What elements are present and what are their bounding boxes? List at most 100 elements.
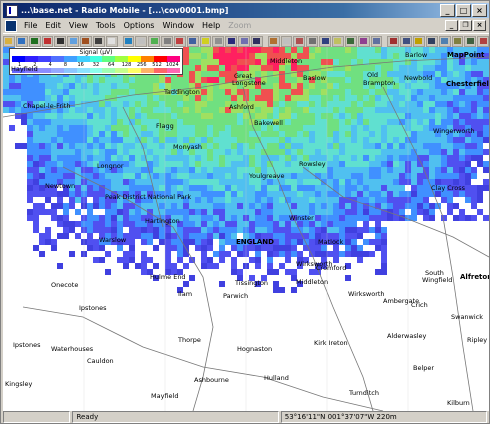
place-label: Cauldon <box>87 357 114 365</box>
interference-icon[interactable] <box>225 35 238 47</box>
paste-icon[interactable] <box>370 35 383 47</box>
net-props-icon[interactable] <box>54 35 67 47</box>
cut-icon[interactable] <box>357 35 370 47</box>
place-label: Hulland <box>264 374 289 382</box>
legend-swatch-lower <box>89 68 103 73</box>
maximize-button[interactable]: □ <box>456 4 471 17</box>
open-file-icon[interactable] <box>15 35 28 47</box>
route-coverage-icon[interactable] <box>238 35 250 47</box>
zoom-in-icon[interactable] <box>438 35 451 47</box>
radio-link-icon[interactable] <box>173 35 186 47</box>
overlay-icon[interactable] <box>306 35 319 47</box>
place-label: Winster <box>289 214 314 222</box>
place-label: Ipstones <box>79 304 107 312</box>
edit-picture-icon[interactable] <box>332 35 344 47</box>
place-label: Newbold <box>404 74 433 82</box>
fresnel-icon[interactable] <box>280 35 293 47</box>
picture-icon[interactable] <box>319 35 331 47</box>
draw-icon[interactable] <box>387 35 400 47</box>
place-label: Ilam <box>178 290 193 298</box>
title-bar: ...\base.net - Radio Mobile - [...\cov00… <box>3 3 489 18</box>
place-label: Longstone <box>232 79 266 87</box>
menu-options[interactable]: Options <box>120 21 159 30</box>
place-label: Ashbourne <box>194 376 229 384</box>
area-icon[interactable] <box>413 35 425 47</box>
app-window: ...\base.net - Radio Mobile - [...\cov00… <box>0 0 490 424</box>
place-label: Onecote <box>51 281 79 289</box>
menu-tools[interactable]: Tools <box>92 21 120 30</box>
zoom-out-icon[interactable] <box>451 35 464 47</box>
new-file-icon[interactable] <box>3 35 15 47</box>
place-label: Kirk Ireton <box>314 339 348 347</box>
place-label: Matlock <box>318 238 344 246</box>
minimize-button[interactable]: _ <box>440 4 455 17</box>
place-label: Kingsley <box>5 380 33 388</box>
unit-props-icon[interactable] <box>80 35 92 47</box>
place-label: Ashford <box>229 103 254 111</box>
about-icon[interactable] <box>477 35 490 47</box>
place-label: Tissington <box>235 279 269 287</box>
place-label: MapPoint <box>447 51 485 59</box>
route-radio-icon[interactable] <box>250 35 263 47</box>
legend-swatch-lower <box>63 68 77 73</box>
place-label: Hayfield <box>11 65 38 73</box>
menu-file[interactable]: File <box>20 21 41 30</box>
save-file-icon[interactable] <box>28 35 41 47</box>
place-label: Alfreton <box>460 273 489 281</box>
close-button[interactable]: × <box>472 4 487 17</box>
menu-view[interactable]: View <box>65 21 92 30</box>
copy-icon[interactable] <box>344 35 357 47</box>
legend-swatch-lower <box>50 68 64 73</box>
place-label: Ripley <box>467 336 488 344</box>
place-label: Cromford <box>316 264 347 272</box>
place-label: Taddington <box>164 88 200 96</box>
doc-close-button[interactable]: × <box>473 20 486 31</box>
merge-icon[interactable] <box>161 35 173 47</box>
coverage-map[interactable]: Signal (µV) 1 2 4 8 16 32 64 128 256 512 1024 Midd… <box>3 47 489 411</box>
menu-help[interactable]: Help <box>198 21 224 30</box>
doc-restore-button[interactable]: ❐ <box>459 20 472 31</box>
place-label: Mayfield <box>151 392 179 400</box>
place-label: Turnditch <box>349 389 379 397</box>
legend-swatch-lower <box>76 68 90 73</box>
view-map-icon[interactable] <box>105 35 118 47</box>
visual-coverage-icon[interactable] <box>267 35 280 47</box>
place-label: Parwich <box>223 292 249 300</box>
document-icon[interactable] <box>5 19 17 32</box>
legend-icon[interactable] <box>464 35 477 47</box>
place-label: Crich <box>411 301 428 309</box>
map-props-icon[interactable] <box>67 35 80 47</box>
place-label: Wirksworth <box>348 290 385 298</box>
place-label: Warslow <box>99 236 127 244</box>
print-icon[interactable] <box>92 35 105 47</box>
place-label: Chesterfield <box>446 80 489 88</box>
caption-buttons: _ □ × <box>440 4 487 17</box>
world-map-icon[interactable] <box>135 35 148 47</box>
single-coverage-icon[interactable] <box>199 35 212 47</box>
place-label: Middleton <box>270 57 303 65</box>
properties-icon[interactable] <box>41 35 54 47</box>
app-icon[interactable] <box>6 4 18 17</box>
find-icon[interactable] <box>122 35 135 47</box>
menu-window[interactable]: Window <box>158 21 198 30</box>
place-label: Ipstones <box>13 341 41 349</box>
combined-coverage-icon[interactable] <box>212 35 225 47</box>
place-label: Middleton <box>296 278 329 286</box>
menu-bar: File Edit View Tools Options Window Help… <box>3 19 489 32</box>
status-coordinates: 53°16'11"N 001°37'07"W 220m <box>280 411 488 423</box>
legend-title: Signal (µV) <box>79 49 113 56</box>
coverage-plot <box>3 47 489 411</box>
polar-plot-icon[interactable] <box>186 35 199 47</box>
place-label: Clay Cross <box>431 184 466 192</box>
menu-edit[interactable]: Edit <box>41 21 65 30</box>
place-label: Bakewell <box>254 119 283 127</box>
stereo-icon[interactable] <box>293 35 306 47</box>
place-label: Kilburn <box>447 399 470 407</box>
doc-minimize-button[interactable]: _ <box>445 20 458 31</box>
legend-swatch-lower <box>154 68 168 73</box>
place-label: Monyash <box>173 143 203 151</box>
elevation-icon[interactable] <box>148 35 161 47</box>
place-label: Flagg <box>156 122 174 130</box>
text-icon[interactable] <box>400 35 413 47</box>
pan-icon[interactable] <box>425 35 438 47</box>
